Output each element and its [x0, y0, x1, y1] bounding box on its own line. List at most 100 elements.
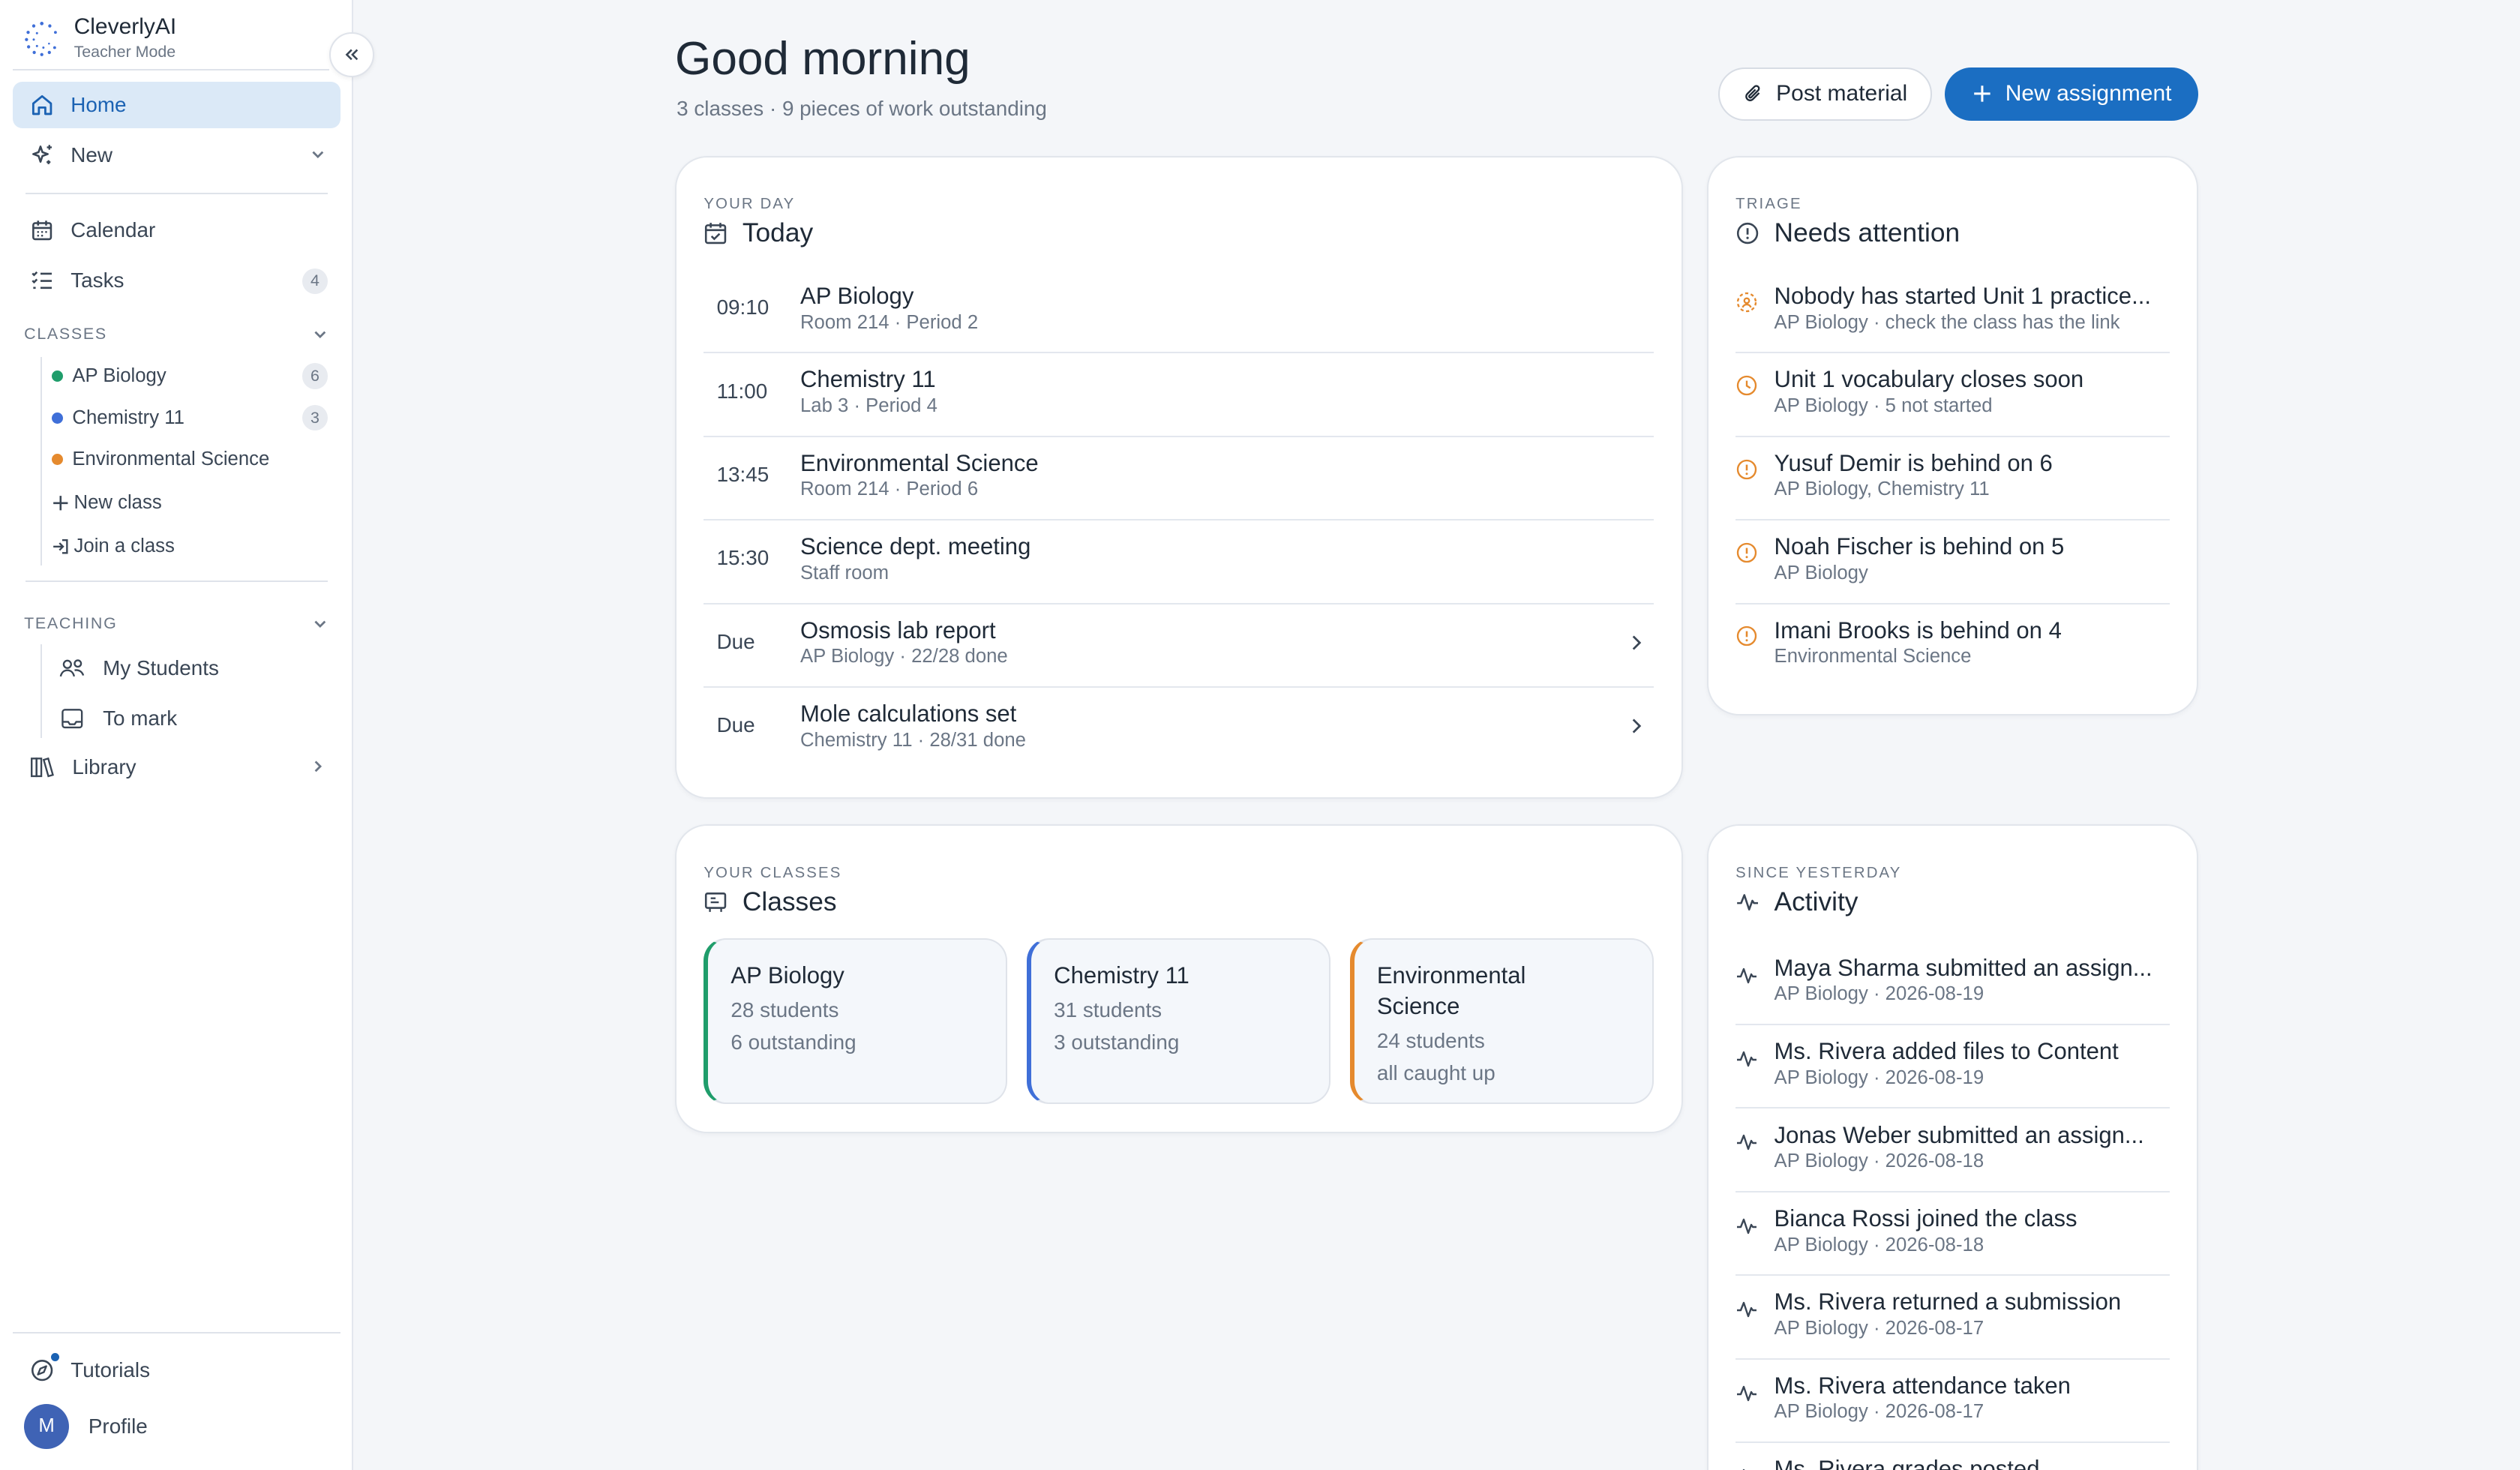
row-title: Bianca Rossi joined the class — [1774, 1204, 2078, 1232]
sidebar-item-calendar[interactable]: Calendar — [13, 207, 340, 254]
row-meta: Room 214 · Period 6 — [800, 478, 979, 500]
class-tile-ap-biology[interactable]: AP Biology 28 students 6 outstanding — [704, 938, 1008, 1104]
alert-circle-icon — [1736, 542, 1757, 563]
attention-row[interactable]: Yusuf Demir is behind on 6 AP Biology, C… — [1736, 437, 2170, 521]
activity-row[interactable]: Ms. Rivera returned a submission AP Biol… — [1736, 1276, 2170, 1360]
chevron-right-icon — [1632, 635, 1641, 650]
class-tile-chemistry-11[interactable]: Chemistry 11 31 students 3 outstanding — [1027, 938, 1331, 1104]
row-title: Nobody has started Unit 1 practice... — [1774, 282, 2151, 309]
card-title-text: Activity — [1774, 886, 1858, 916]
row-meta: Environmental Science — [1774, 646, 1972, 668]
row-time: 15:30 — [716, 546, 770, 570]
tasks-count-badge: 4 — [302, 268, 328, 295]
class-tile-students: 31 students — [1054, 998, 1162, 1022]
sidebar-item-label: Tasks — [70, 268, 124, 292]
library-icon — [30, 757, 54, 778]
section-heading: CLASSES — [24, 325, 107, 344]
sidebar-class-chemistry-11[interactable]: Chemistry 11 3 — [51, 402, 328, 434]
card-title: Activity — [1736, 887, 1858, 917]
attention-row[interactable]: Imani Brooks is behind on 4 Environmenta… — [1736, 604, 2170, 688]
sidebar-divider — [26, 580, 328, 582]
post-material-button[interactable]: Post material — [1718, 68, 1932, 121]
sidebar-item-to-mark[interactable]: To mark — [58, 700, 177, 736]
schedule-row[interactable]: 11:00 Chemistry 11 Lab 3 · Period 4 — [704, 353, 1654, 437]
sidebar-item-tutorials[interactable]: Tutorials — [13, 1347, 340, 1394]
row-meta: AP Biology · 2026-08-19 — [1774, 983, 1984, 1005]
row-title: Ms. Rivera returned a submission — [1774, 1288, 2122, 1316]
sidebar-divider — [26, 193, 328, 195]
classroom-icon — [705, 892, 727, 912]
class-label: Environmental Science — [72, 448, 270, 470]
due-row[interactable]: Due Osmosis lab report AP Biology · 22/2… — [704, 604, 1654, 688]
activity-row[interactable]: Bianca Rossi joined the class AP Biology… — [1736, 1192, 2170, 1276]
sidebar-class-ap-biology[interactable]: AP Biology 6 — [51, 360, 328, 392]
activity-row[interactable]: Jonas Weber submitted an assign... AP Bi… — [1736, 1108, 2170, 1192]
row-meta: Room 214 · Period 2 — [800, 311, 979, 333]
chevrons-left-icon — [346, 49, 358, 61]
new-class-button[interactable]: New class — [52, 487, 328, 519]
class-color-dot — [51, 412, 63, 424]
class-tile-status: 3 outstanding — [1054, 1030, 1180, 1054]
classes-section-header[interactable]: CLASSES — [24, 323, 329, 346]
section-heading: TEACHING — [24, 614, 118, 632]
new-class-label: New class — [74, 492, 162, 514]
card-title-text: Classes — [742, 886, 837, 916]
schedule-row[interactable]: 09:10 AP Biology Room 214 · Period 2 — [704, 270, 1654, 354]
due-row[interactable]: Due Mole calculations set Chemistry 11 ·… — [704, 688, 1654, 771]
activity-row[interactable]: Ms. Rivera attendance taken AP Biology ·… — [1736, 1360, 2170, 1444]
class-count-badge: 3 — [302, 404, 328, 431]
chevron-down-icon — [312, 151, 324, 158]
today-card: YOUR DAY Today 09:10 AP Biology Room 214… — [675, 155, 1683, 799]
schedule-row[interactable]: 15:30 Science dept. meeting Staff room — [704, 520, 1654, 604]
class-tile-environmental-science[interactable]: Environmental Science 24 students all ca… — [1349, 938, 1654, 1104]
collapse-sidebar-button[interactable] — [329, 32, 375, 77]
calendar-check-icon — [705, 223, 727, 244]
sidebar-item-my-students[interactable]: My Students — [58, 651, 219, 686]
brand[interactable]: CleverlyAI Teacher Mode — [22, 10, 176, 68]
card-title: Classes — [704, 886, 837, 917]
class-color-dot — [51, 454, 63, 466]
attention-row[interactable]: Nobody has started Unit 1 practice... AP… — [1736, 270, 2170, 354]
activity-row[interactable]: Ms. Rivera added files to Content AP Bio… — [1736, 1025, 2170, 1109]
inbox-icon — [62, 708, 83, 728]
app-root: CleverlyAI Teacher Mode Home New Calenda… — [0, 0, 2520, 1470]
class-tile-students: 24 students — [1376, 1028, 1485, 1052]
attention-row[interactable]: Unit 1 vocabulary closes soon AP Biology… — [1736, 353, 2170, 437]
activity-row[interactable]: Maya Sharma submitted an assign... AP Bi… — [1736, 942, 2170, 1025]
activity-row[interactable]: Ms. Rivera grades posted — [1736, 1443, 2170, 1470]
sidebar-class-environmental-science[interactable]: Environmental Science — [51, 443, 328, 476]
clock-icon — [1736, 375, 1757, 396]
class-tile-name: Environmental Science — [1376, 962, 1526, 1019]
row-time: 13:45 — [716, 462, 770, 486]
new-assignment-button[interactable]: New assignment — [1944, 68, 2199, 121]
card-title-text: Needs attention — [1774, 218, 1960, 248]
row-time: 11:00 — [716, 379, 768, 403]
classes-card: YOUR CLASSES Classes AP Biology 28 stude… — [675, 824, 1683, 1133]
sidebar-item-tasks[interactable]: Tasks 4 — [13, 257, 340, 304]
sidebar-item-library[interactable]: Library — [13, 744, 340, 790]
row-title: Maya Sharma submitted an assign... — [1774, 954, 2152, 981]
sidebar-item-home[interactable]: Home — [13, 82, 341, 129]
row-title: Ms. Rivera grades posted — [1774, 1456, 2040, 1470]
activity-pulse-icon — [1737, 893, 1759, 910]
class-tile-name: AP Biology — [730, 962, 844, 989]
join-class-button[interactable]: Join a class — [52, 530, 328, 562]
sidebar-item-new[interactable]: New — [13, 132, 340, 178]
row-title: Ms. Rivera attendance taken — [1774, 1372, 2071, 1399]
schedule-row[interactable]: 13:45 Environmental Science Room 214 · P… — [704, 437, 1654, 521]
new-assignment-label: New assignment — [2005, 81, 2172, 106]
class-label: Chemistry 11 — [72, 406, 184, 428]
row-title: AP Biology — [800, 282, 914, 309]
attention-row[interactable]: Noah Fischer is behind on 5 AP Biology — [1736, 520, 2170, 604]
alert-circle-icon — [1737, 223, 1759, 244]
row-meta: Lab 3 · Period 4 — [800, 394, 938, 416]
sidebar-item-profile[interactable]: M Profile — [13, 1403, 340, 1450]
activity-list[interactable]: Maya Sharma submitted an assign... AP Bi… — [1708, 942, 2198, 1470]
page-title: Good morning — [675, 32, 970, 85]
row-title: Unit 1 vocabulary closes soon — [1774, 366, 2084, 393]
alert-circle-icon — [1736, 626, 1757, 646]
teaching-section-header[interactable]: TEACHING — [24, 612, 329, 634]
row-title: Noah Fischer is behind on 5 — [1774, 533, 2065, 560]
class-tile-students: 28 students — [730, 998, 839, 1022]
row-meta: AP Biology · check the class has the lin… — [1774, 311, 2120, 333]
